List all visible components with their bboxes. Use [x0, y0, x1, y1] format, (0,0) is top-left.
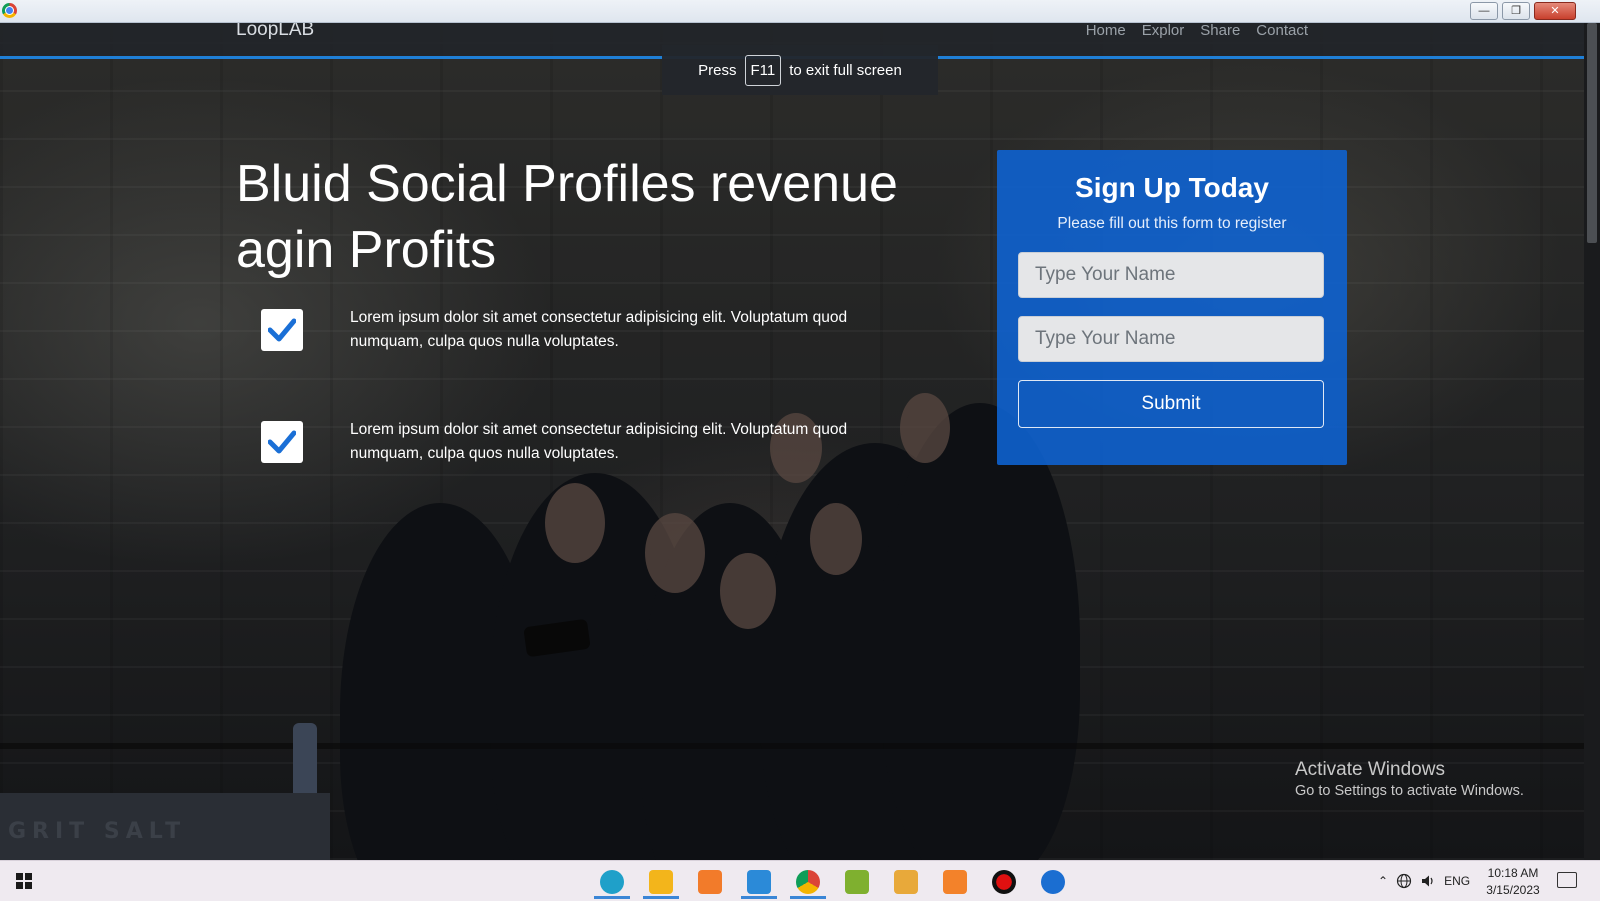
taskbar-app-chrome[interactable]	[786, 865, 830, 899]
clock-date: 3/15/2023	[1486, 883, 1540, 897]
taskbar-app-edge[interactable]	[590, 865, 634, 899]
chevron-up-icon[interactable]: ⌃	[1378, 874, 1388, 888]
page-scrollbar[interactable]	[1584, 23, 1600, 860]
check-icon	[268, 430, 296, 454]
taskbar-app-sublime[interactable]	[688, 865, 732, 899]
activate-windows-subtitle: Go to Settings to activate Windows.	[1295, 783, 1524, 799]
f11-key: F11	[744, 54, 782, 86]
brand-logo[interactable]: LoopLAB	[236, 23, 314, 41]
close-button[interactable]: ✕	[1534, 2, 1576, 20]
nav-link-explor[interactable]: Explor	[1142, 23, 1185, 39]
hero-headline: Bluid Social Profiles revenue agin Profi…	[236, 155, 898, 279]
grit-salt-sign: GRIT SALT	[0, 793, 330, 860]
xampp-icon	[943, 870, 967, 894]
lambda-icon	[845, 870, 869, 894]
clock-time: 10:18 AM	[1487, 866, 1539, 880]
taskbar-app-vscode[interactable]	[737, 865, 781, 899]
submit-button[interactable]: Submit	[1018, 380, 1324, 428]
taskbar-app-lambda[interactable]	[835, 865, 879, 899]
signup-card: Sign Up Today Please fill out this form …	[997, 150, 1347, 465]
activate-windows-watermark: Activate Windows Go to Settings to activ…	[1295, 759, 1524, 799]
fullscreen-notice-after: to exit full screen	[789, 61, 902, 79]
chrome-icon	[2, 3, 17, 18]
feature-text: Lorem ipsum dolor sit amet consectetur a…	[350, 421, 848, 462]
edge-icon	[600, 870, 624, 894]
feature-checkbox	[261, 309, 303, 351]
scrollbar-thumb[interactable]	[1587, 23, 1597, 243]
taskbar-app-xampp[interactable]	[933, 865, 977, 899]
signup-title: Sign Up Today	[1075, 172, 1269, 203]
minimize-button[interactable]: —	[1470, 2, 1498, 20]
record-icon	[992, 870, 1016, 894]
name-input[interactable]	[1018, 252, 1324, 298]
fence-rail	[0, 743, 1584, 749]
sublime-icon	[698, 870, 722, 894]
taskbar-app-gitkraken[interactable]	[884, 865, 928, 899]
nav-links: Home Explor Share Contact	[1086, 23, 1308, 39]
second-name-input[interactable]	[1018, 316, 1324, 362]
restore-button[interactable]: ❐	[1502, 2, 1530, 20]
window-titlebar: — ❐ ✕	[0, 0, 1600, 23]
check-icon	[268, 318, 296, 342]
nav-link-home[interactable]: Home	[1086, 23, 1126, 39]
taskbar-app-file-explorer[interactable]	[639, 865, 683, 899]
signup-subtitle: Please fill out this form to register	[1057, 215, 1287, 232]
windows-start-icon[interactable]	[16, 873, 32, 889]
feature-text: Lorem ipsum dolor sit amet consectetur a…	[350, 309, 848, 350]
taskbar-clock[interactable]: 10:18 AM 3/15/2023	[1478, 865, 1548, 899]
vscode-icon	[747, 870, 771, 894]
feature-checkbox	[261, 421, 303, 463]
page-viewport: GRIT SALT LoopLAB Home Explor Share Cont…	[0, 23, 1584, 860]
fullscreen-notice-before: Press	[698, 61, 737, 79]
fullscreen-notice: Press F11 to exit full screen	[662, 45, 938, 95]
chrome-icon	[796, 870, 820, 894]
taskbar-app-davinci[interactable]	[1031, 865, 1075, 899]
taskbar-app-recorder[interactable]	[982, 865, 1026, 899]
activate-windows-title: Activate Windows	[1295, 759, 1445, 780]
language-indicator[interactable]: ENG	[1444, 874, 1470, 888]
notification-icon[interactable]	[1557, 872, 1577, 888]
nav-link-share[interactable]: Share	[1200, 23, 1240, 39]
diamond-icon	[894, 870, 918, 894]
folder-icon	[649, 870, 673, 894]
windows-taskbar: ⌃ ENG 10:18 AM 3/15/2023	[0, 860, 1600, 901]
volume-icon[interactable]	[1420, 873, 1436, 889]
network-globe-icon[interactable]	[1396, 873, 1412, 889]
nav-link-contact[interactable]: Contact	[1256, 23, 1308, 39]
system-tray: ⌃ ENG	[1378, 861, 1470, 901]
davinci-icon	[1041, 870, 1065, 894]
